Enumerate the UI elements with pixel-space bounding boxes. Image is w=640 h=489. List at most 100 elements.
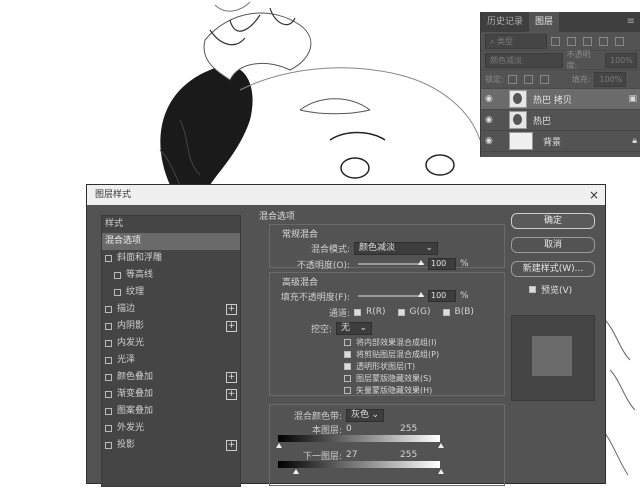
eye-icon[interactable]: ◉ (485, 94, 499, 104)
style-item[interactable]: 等高线 (102, 267, 240, 284)
eye-icon[interactable]: ◉ (485, 136, 499, 146)
tab-layers[interactable]: 图层 (529, 12, 560, 32)
knockout-select[interactable]: 无 ⌄ (336, 321, 372, 335)
layer-thumbnail (509, 90, 527, 108)
style-item-label: 斜面和浮雕 (117, 253, 163, 263)
layer-thumbnail (509, 132, 533, 150)
smart-filter-icon[interactable] (615, 36, 624, 46)
general-blending-title: 常规混合 (282, 230, 319, 240)
opacity-input[interactable]: 100 (428, 258, 456, 270)
advanced-option-checkbox[interactable] (344, 338, 351, 346)
style-checkbox[interactable] (105, 374, 112, 381)
advanced-option[interactable]: 图层蒙版隐藏效果(S) (344, 372, 498, 384)
style-checkbox[interactable] (105, 442, 112, 449)
slider-knob[interactable] (418, 260, 424, 265)
layer-row[interactable]: ◉ 热巴 (481, 110, 640, 131)
advanced-option-label: 矢量蒙版隐藏效果(H) (356, 385, 433, 395)
style-checkbox[interactable] (105, 306, 112, 313)
add-style-icon[interactable]: + (226, 440, 237, 451)
style-item-label: 内阴影 (117, 321, 145, 331)
channel-g-checkbox[interactable] (397, 308, 405, 316)
style-item-label: 渐变叠加 (117, 389, 154, 399)
style-item[interactable]: 图案叠加 (102, 403, 240, 420)
lock-pixels-icon[interactable] (507, 74, 517, 84)
add-style-icon[interactable]: + (226, 321, 237, 332)
this-layer-white-knob[interactable] (438, 443, 444, 448)
channel-r-label: R(R) (366, 307, 386, 317)
style-item[interactable]: 描边 + (102, 301, 240, 318)
slider-knob[interactable] (418, 292, 424, 297)
advanced-option[interactable]: 透明形状图层(T) (344, 360, 498, 372)
preview-checkbox[interactable] (529, 286, 536, 293)
type-filter-icon[interactable] (583, 36, 592, 46)
style-item[interactable]: 斜面和浮雕 (102, 250, 240, 267)
filter-select[interactable]: ⌕ 类型 (485, 33, 547, 49)
style-item[interactable]: 混合选项 (102, 233, 240, 250)
under-layer-black-knob[interactable] (293, 469, 299, 474)
cancel-button[interactable]: 取消 (511, 237, 595, 253)
layer-row[interactable]: ◉ 热巴 拷贝 ▣ (481, 89, 640, 110)
style-item[interactable]: 投影 + (102, 437, 240, 454)
style-item-label: 内发光 (117, 338, 145, 348)
layer-thumbnail (509, 111, 527, 129)
add-style-icon[interactable]: + (226, 389, 237, 400)
style-checkbox[interactable] (114, 272, 121, 279)
close-icon[interactable]: × (589, 185, 599, 205)
channel-r-checkbox[interactable] (354, 308, 361, 316)
lock-all-icon[interactable] (539, 74, 549, 84)
style-item[interactable]: 颜色叠加 + (102, 369, 240, 386)
search-icon: ⌕ (490, 36, 495, 46)
dialog-title-bar[interactable]: 图层样式 × (87, 185, 605, 205)
advanced-option[interactable]: 矢量蒙版隐藏效果(H) (344, 384, 498, 396)
pixel-filter-icon[interactable] (551, 36, 560, 46)
ok-button[interactable]: 确定 (511, 213, 595, 229)
styles-heading: 样式 (105, 219, 124, 229)
advanced-option-checkbox[interactable] (344, 362, 351, 370)
adjustment-filter-icon[interactable] (567, 36, 576, 46)
layer-fill-input[interactable]: 100% (594, 71, 627, 87)
style-checkbox[interactable] (105, 255, 112, 262)
panel-menu-icon[interactable]: ≡ (627, 16, 635, 27)
style-item[interactable]: 内发光 (102, 335, 240, 352)
style-item[interactable]: 内阴影 + (102, 318, 240, 335)
under-layer-white-knob[interactable] (438, 469, 444, 474)
style-item[interactable]: 纹理 (102, 284, 240, 301)
blend-mode-select[interactable]: 颜色减淡 ⌄ (354, 241, 438, 255)
style-checkbox[interactable] (114, 289, 121, 296)
add-style-icon[interactable]: + (226, 304, 237, 315)
eye-icon[interactable]: ◉ (485, 115, 499, 125)
advanced-option-checkbox[interactable] (344, 374, 351, 382)
layer-blend-mode-select[interactable]: 颜色减淡 (485, 52, 563, 68)
add-style-icon[interactable]: + (226, 372, 237, 383)
style-item-label: 等高线 (126, 270, 154, 280)
style-item[interactable]: 光泽 (102, 352, 240, 369)
style-checkbox[interactable] (105, 323, 112, 330)
layer-opacity-input[interactable]: 100% (605, 52, 637, 68)
blend-mode-label: 混合模式: (310, 244, 350, 255)
shape-filter-icon[interactable] (599, 36, 608, 46)
new-style-button[interactable]: 新建样式(W)... (511, 261, 595, 277)
channel-b-checkbox[interactable] (442, 308, 450, 316)
tab-history[interactable]: 历史记录 (481, 12, 529, 32)
style-checkbox[interactable] (105, 425, 112, 432)
style-checkbox[interactable] (105, 391, 112, 398)
fill-label: 填充: (571, 74, 591, 84)
advanced-option-checkbox[interactable] (344, 386, 351, 394)
lock-position-icon[interactable] (523, 74, 533, 84)
chevron-down-icon: ⌄ (425, 242, 433, 253)
layer-row[interactable]: ◉ 背景 🔒︎ (481, 131, 640, 152)
blend-if-select[interactable]: 灰色 ⌄ (346, 408, 384, 422)
opacity-slider[interactable] (358, 260, 424, 265)
this-layer-black-knob[interactable] (276, 443, 282, 448)
advanced-option-checkbox[interactable] (344, 350, 351, 358)
style-checkbox[interactable] (105, 357, 112, 364)
fill-opacity-input[interactable]: 100 (428, 290, 456, 302)
style-item[interactable]: 外发光 (102, 420, 240, 437)
preview-toggle[interactable]: 预览(V) (529, 283, 572, 296)
advanced-option[interactable]: 将内部效果混合成组(I) (344, 336, 498, 348)
advanced-option[interactable]: 将剪贴图层混合成组(P) (344, 348, 498, 360)
style-checkbox[interactable] (105, 408, 112, 415)
style-checkbox[interactable] (105, 340, 112, 347)
fill-opacity-slider[interactable] (358, 292, 424, 297)
style-item[interactable]: 渐变叠加 + (102, 386, 240, 403)
